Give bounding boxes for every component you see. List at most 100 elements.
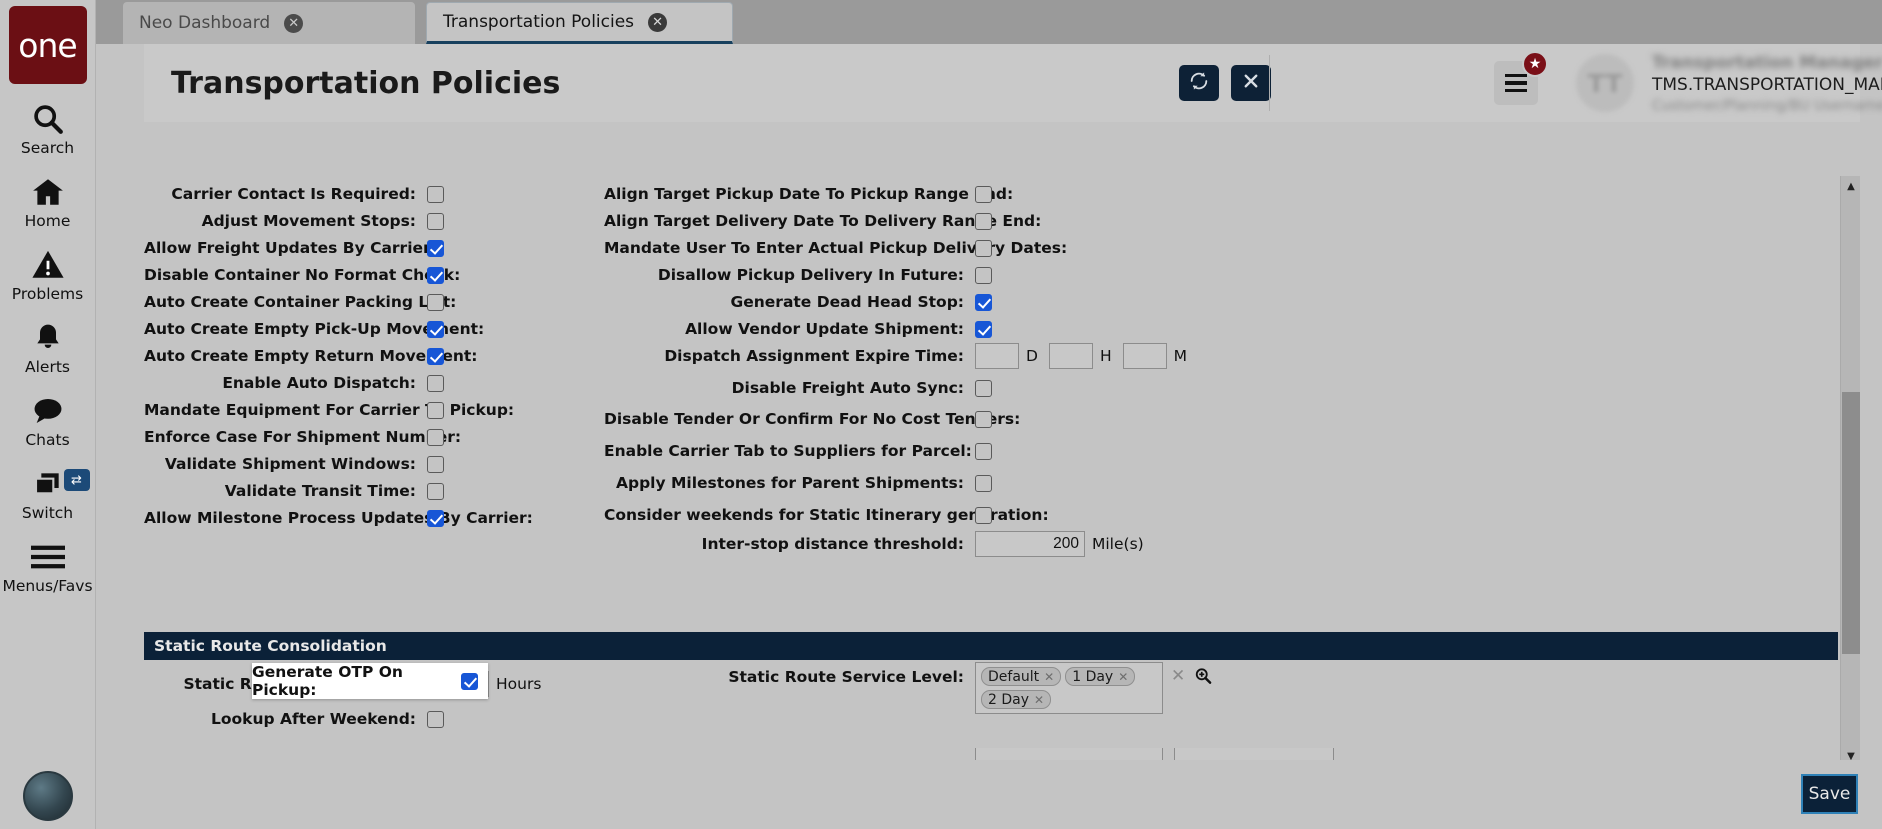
sidebar-item-menus-favs[interactable]: Menus/Favs: [0, 538, 96, 595]
close-icon[interactable]: ✕: [284, 13, 304, 33]
field-label: Enforce Case For Shipment Number:: [144, 428, 462, 446]
sidebar-item-label: Search: [20, 139, 75, 157]
close-page-button[interactable]: [1231, 65, 1271, 101]
inter-stop-distance-input[interactable]: [975, 531, 1085, 557]
field-label: Align Target Delivery Date To Delivery R…: [604, 212, 1042, 230]
chip-1-day[interactable]: 1 Day ✕: [1065, 667, 1136, 686]
field-label: Validate Shipment Windows:: [164, 455, 416, 473]
checkbox[interactable]: [975, 506, 992, 524]
expire-days-input[interactable]: [975, 343, 1019, 369]
checkbox[interactable]: [975, 379, 992, 397]
field-label: Disable Freight Auto Sync:: [731, 379, 964, 397]
sidebar-item-alerts[interactable]: Alerts: [0, 319, 96, 376]
sidebar-item-switch[interactable]: ⇄ Switch: [0, 465, 96, 522]
expire-minutes-input[interactable]: [1122, 343, 1167, 369]
field-disable-tender-or-confirm-for-no-cost-tenders[interactable]: Disable Tender Or Confirm For No Cost Te…: [604, 403, 1020, 435]
chat-bubble-icon: [31, 392, 65, 430]
checkbox[interactable]: [427, 266, 444, 284]
field-label: Consider weekends for Static Itinerary g…: [604, 506, 1049, 524]
scroll-up-arrow-icon[interactable]: ▲: [1841, 176, 1861, 196]
sidebar-item-home[interactable]: Home: [0, 173, 96, 230]
close-icon[interactable]: ✕: [648, 12, 668, 32]
checkbox[interactable]: [975, 410, 992, 428]
expire-hours-input[interactable]: [1048, 343, 1093, 369]
expire-days-unit: D: [1026, 347, 1038, 365]
checkbox[interactable]: [427, 185, 444, 203]
checkbox[interactable]: [427, 710, 444, 728]
field-apply-milestones-for-parent-shipments[interactable]: Apply Milestones for Parent Shipments:: [604, 467, 992, 499]
checkbox[interactable]: [975, 185, 992, 203]
form-scroll-area: Carrier Contact Is Required: Adjust Move…: [144, 176, 1838, 766]
globe-avatar-icon[interactable]: [22, 771, 73, 821]
checkbox[interactable]: [427, 347, 444, 365]
checkbox[interactable]: [427, 455, 444, 473]
checkbox[interactable]: [975, 266, 992, 284]
clear-all-icon[interactable]: ✕: [1171, 666, 1185, 686]
field-allow-milestone-process-updates-by-carrier[interactable]: Allow Milestone Process Updates By Carri…: [144, 502, 533, 534]
field-consider-weekends-for-static-itinerary-generation[interactable]: Consider weekends for Static Itinerary g…: [604, 499, 1049, 531]
checkbox[interactable]: [427, 293, 444, 311]
field-dispatch-assignment-expire-time[interactable]: Dispatch Assignment Expire Time: D H M: [604, 340, 1187, 372]
field-label: Generate Dead Head Stop:: [730, 293, 964, 311]
tab-neo-dashboard[interactable]: Neo Dashboard ✕: [123, 2, 415, 44]
checkbox[interactable]: [975, 442, 992, 460]
refresh-button[interactable]: [1179, 65, 1219, 101]
checkbox[interactable]: [427, 401, 444, 419]
checkbox[interactable]: [427, 239, 444, 257]
chip-remove-icon[interactable]: ✕: [1118, 670, 1128, 684]
field-label: Auto Create Empty Return Movement:: [144, 347, 478, 365]
chip-2-day[interactable]: 2 Day ✕: [981, 690, 1052, 709]
tab-transportation-policies[interactable]: Transportation Policies ✕: [426, 2, 733, 44]
field-label: Carrier Contact Is Required:: [171, 185, 416, 203]
service-level-multiselect[interactable]: Default ✕ 1 Day ✕ 2 Day ✕: [975, 662, 1163, 714]
field-label: Dispatch Assignment Expire Time:: [664, 347, 964, 365]
field-label: Allow Freight Updates By Carrier:: [144, 239, 437, 257]
expire-hours-unit: H: [1099, 347, 1112, 365]
tab-strip: Neo Dashboard ✕ Transportation Policies …: [96, 0, 1882, 44]
header-menu-button[interactable]: ★: [1494, 51, 1548, 105]
checkbox[interactable]: [975, 320, 992, 338]
field-disable-freight-auto-sync[interactable]: Disable Freight Auto Sync:: [604, 372, 992, 404]
checkbox[interactable]: [975, 293, 992, 311]
header-actions: [1179, 65, 1271, 101]
checkbox[interactable]: [461, 672, 478, 690]
content-panel: Carrier Contact Is Required: Adjust Move…: [144, 170, 1860, 829]
field-label: Enable Carrier Tab to Suppliers for Parc…: [604, 442, 972, 460]
checkbox[interactable]: [427, 374, 444, 392]
lookup-limit-unit: Hours: [496, 675, 542, 693]
switch-badge-icon[interactable]: ⇄: [63, 469, 90, 491]
chip-remove-icon[interactable]: ✕: [1034, 693, 1044, 707]
checkbox[interactable]: [427, 509, 444, 527]
generate-otp-on-pickup-popup[interactable]: Generate OTP On Pickup:: [252, 663, 488, 699]
search-magnifier-icon[interactable]: [1193, 666, 1213, 690]
brand-logo[interactable]: one: [8, 6, 87, 84]
user-info[interactable]: Transportation Manager Test TMS.TRANSPOR…: [1652, 53, 1882, 114]
chip-default[interactable]: Default ✕: [981, 667, 1062, 686]
field-label: Mandate User To Enter Actual Pickup Deli…: [604, 239, 1068, 257]
chip-remove-icon[interactable]: ✕: [1044, 670, 1054, 684]
sidebar-item-chats[interactable]: Chats: [0, 392, 96, 449]
avatar[interactable]: TT: [1576, 54, 1634, 112]
field-lookup-after-weekend[interactable]: Lookup After Weekend:: [144, 703, 444, 735]
checkbox[interactable]: [975, 474, 992, 492]
sidebar-item-search[interactable]: Search: [0, 100, 96, 157]
left-sidebar: one Search Home Problems Alerts Chats ⇄ …: [0, 0, 96, 829]
field-label: Lookup After Weekend:: [210, 710, 416, 728]
sidebar-item-problems[interactable]: Problems: [0, 246, 96, 303]
user-name: Transportation Manager Test: [1652, 52, 1882, 73]
checkbox[interactable]: [427, 212, 444, 230]
vertical-scrollbar[interactable]: ▲ ▼: [1840, 176, 1860, 766]
user-login: TMS.TRANSPORTATION_MANAGER: [1652, 74, 1882, 95]
checkbox[interactable]: [427, 428, 444, 446]
checkbox[interactable]: [427, 320, 444, 338]
checkbox[interactable]: [975, 212, 992, 230]
checkbox[interactable]: [427, 482, 444, 500]
scrollbar-thumb[interactable]: [1842, 392, 1860, 654]
sidebar-item-label: Menus/Favs: [2, 577, 93, 595]
field-static-route-service-level[interactable]: Static Route Service Level: Default ✕ 1 …: [604, 662, 1213, 718]
save-button[interactable]: Save: [1801, 774, 1858, 814]
checkbox[interactable]: [975, 239, 992, 257]
field-enable-carrier-tab-to-suppliers-for-parcel[interactable]: Enable Carrier Tab to Suppliers for Parc…: [604, 435, 992, 467]
refresh-icon: [1188, 70, 1210, 96]
field-inter-stop-distance-threshold[interactable]: Inter-stop distance threshold: Mile(s): [604, 528, 1144, 560]
